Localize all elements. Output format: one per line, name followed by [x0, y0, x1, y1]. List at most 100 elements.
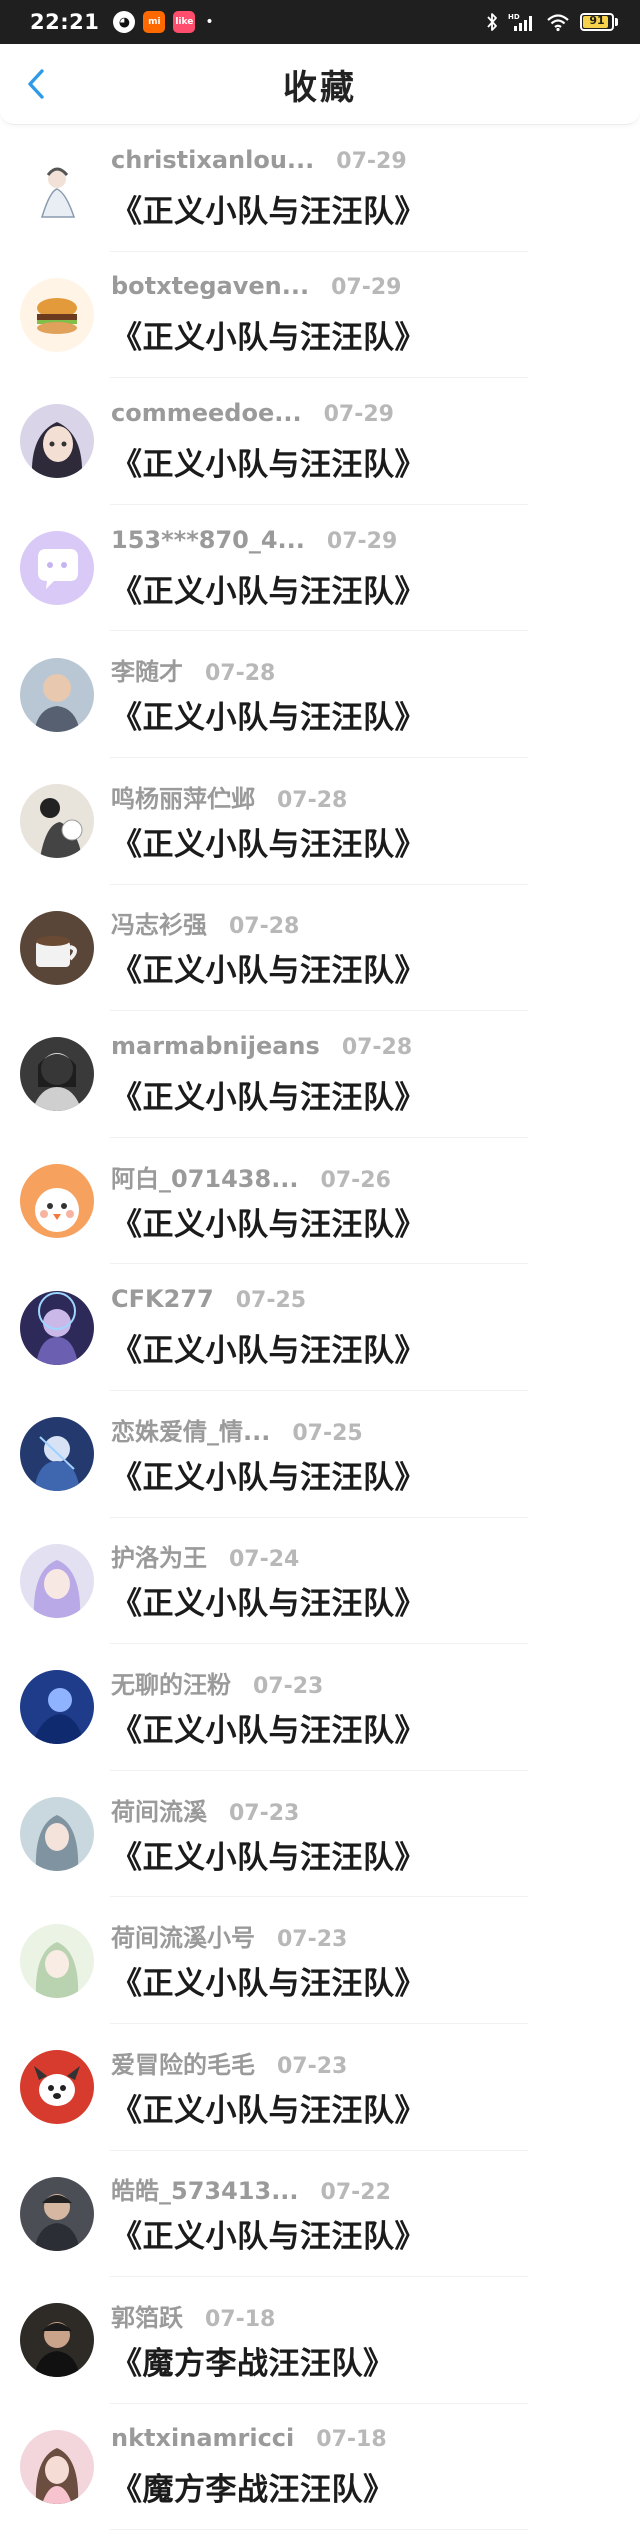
- favorite-title[interactable]: 《正义小队与汪汪队》: [111, 1832, 426, 1877]
- more-notifications-dot: •: [205, 14, 214, 30]
- favorite-title[interactable]: 《正义小队与汪汪队》: [111, 566, 426, 611]
- favorite-item[interactable]: 郭箔跃 07-18 《魔方李战汪汪队》: [0, 2277, 640, 2404]
- favorite-item[interactable]: 阿白_071438... 07-26 《正义小队与汪汪队》: [0, 1138, 640, 1265]
- favorite-item[interactable]: commeedoe... 07-29 《正义小队与汪汪队》: [0, 378, 640, 505]
- favorite-title[interactable]: 《正义小队与汪汪队》: [111, 945, 426, 990]
- favorite-item[interactable]: botxtegaven... 07-29 《正义小队与汪汪队》: [0, 252, 640, 379]
- favorite-title[interactable]: 《正义小队与汪汪队》: [111, 439, 426, 484]
- user-name[interactable]: nktxinamricci: [111, 2424, 294, 2452]
- avatar[interactable]: [20, 2050, 94, 2125]
- avatar[interactable]: [20, 1417, 94, 1492]
- avatar[interactable]: [20, 1164, 94, 1239]
- cellular-signal-icon: HD: [508, 13, 532, 31]
- favorite-item[interactable]: 荷间流溪 07-23 《正义小队与汪汪队》: [0, 1771, 640, 1898]
- avatar[interactable]: [20, 1670, 94, 1745]
- favorite-meta: 爱冒险的毛毛 07-23: [111, 2045, 426, 2079]
- user-name[interactable]: 153***870_4...: [111, 526, 305, 554]
- favorite-title[interactable]: 《正义小队与汪汪队》: [111, 186, 426, 231]
- favorite-content: 恋姝爱倩_情... 07-25 《正义小队与汪汪队》: [111, 1412, 426, 1497]
- favorite-title[interactable]: 《正义小队与汪汪队》: [111, 1452, 426, 1497]
- favorite-title[interactable]: 《正义小队与汪汪队》: [111, 312, 426, 357]
- user-name[interactable]: 无聊的汪粉: [111, 1665, 231, 1700]
- user-name[interactable]: christixanlou...: [111, 146, 314, 174]
- favorite-item[interactable]: nktxinamricci 07-18 《魔方李战汪汪队》: [0, 2404, 640, 2531]
- avatar[interactable]: [20, 2303, 94, 2378]
- avatar[interactable]: [20, 277, 94, 352]
- favorite-meta: 冯志衫强 07-28: [111, 905, 426, 939]
- favorite-title[interactable]: 《魔方李战汪汪队》: [111, 2464, 395, 2509]
- favorite-item[interactable]: marmabnijeans 07-28 《正义小队与汪汪队》: [0, 1011, 640, 1138]
- user-name[interactable]: 阿白_071438...: [111, 1159, 299, 1194]
- favorite-item[interactable]: 恋姝爱倩_情... 07-25 《正义小队与汪汪队》: [0, 1391, 640, 1518]
- user-name[interactable]: CFK277: [111, 1285, 214, 1313]
- avatar[interactable]: [20, 657, 94, 732]
- favorite-title[interactable]: 《魔方李战汪汪队》: [111, 2338, 395, 2383]
- avatar[interactable]: [20, 1290, 94, 1365]
- favorite-item[interactable]: 冯志衫强 07-28 《正义小队与汪汪队》: [0, 885, 640, 1012]
- user-name[interactable]: 爱冒险的毛毛: [111, 2045, 255, 2080]
- avatar[interactable]: [20, 2176, 94, 2251]
- user-name[interactable]: 恋姝爱倩_情...: [111, 1412, 270, 1447]
- favorite-title[interactable]: 《正义小队与汪汪队》: [111, 2085, 426, 2130]
- favorite-item[interactable]: 荷间流溪小号 07-23 《正义小队与汪汪队》: [0, 1897, 640, 2024]
- avatar[interactable]: [20, 2429, 94, 2504]
- favorite-title[interactable]: 《正义小队与汪汪队》: [111, 1072, 426, 1117]
- avatar[interactable]: [20, 531, 94, 606]
- favorite-item[interactable]: 李随才 07-28 《正义小队与汪汪队》: [0, 631, 640, 758]
- avatar[interactable]: [20, 1797, 94, 1872]
- user-name[interactable]: 荷间流溪小号: [111, 1918, 255, 1953]
- favorite-date: 07-25: [235, 1288, 307, 1314]
- favorite-title[interactable]: 《正义小队与汪汪队》: [111, 1199, 426, 1244]
- notification-apps: ◕ mi like •: [113, 11, 214, 33]
- favorite-title[interactable]: 《正义小队与汪汪队》: [111, 1958, 426, 2003]
- favorite-meta: nktxinamricci 07-18: [111, 2424, 395, 2458]
- favorite-meta: 鸣杨丽萍伫邺 07-28: [111, 779, 426, 813]
- user-name[interactable]: 护洛为王: [111, 1538, 207, 1573]
- favorite-item[interactable]: christixanlou... 07-29 《正义小队与汪汪队》: [0, 125, 640, 252]
- favorite-meta: botxtegaven... 07-29: [111, 272, 426, 306]
- favorite-title[interactable]: 《正义小队与汪汪队》: [111, 692, 426, 737]
- favorite-date: 07-29: [331, 275, 402, 301]
- favorite-title[interactable]: 《正义小队与汪汪队》: [111, 1705, 426, 1750]
- favorite-item[interactable]: 护洛为王 07-24 《正义小队与汪汪队》: [0, 1518, 640, 1645]
- favorite-content: 阿白_071438... 07-26 《正义小队与汪汪队》: [111, 1159, 426, 1244]
- favorite-date: 07-28: [341, 1034, 413, 1060]
- user-name[interactable]: 鸣杨丽萍伫邺: [111, 779, 255, 814]
- user-name[interactable]: 李随才: [111, 652, 183, 687]
- favorite-date: 07-23: [277, 1927, 348, 1953]
- favorite-title[interactable]: 《正义小队与汪汪队》: [111, 2211, 426, 2256]
- favorite-item[interactable]: 皓皓_573413... 07-22 《正义小队与汪汪队》: [0, 2151, 640, 2278]
- favorite-meta: 阿白_071438... 07-26: [111, 1159, 426, 1193]
- user-name[interactable]: marmabnijeans: [111, 1032, 320, 1060]
- favorite-item[interactable]: CFK277 07-25 《正义小队与汪汪队》: [0, 1264, 640, 1391]
- favorite-title[interactable]: 《正义小队与汪汪队》: [111, 1325, 426, 1370]
- user-name[interactable]: 荷间流溪: [111, 1792, 207, 1827]
- avatar[interactable]: [20, 910, 94, 985]
- kuaishou-icon: like: [173, 11, 196, 33]
- favorite-date: 07-18: [205, 2306, 276, 2332]
- avatar[interactable]: [20, 1543, 94, 1618]
- user-name[interactable]: commeedoe...: [111, 399, 302, 427]
- avatar[interactable]: [20, 1037, 94, 1112]
- favorite-date: 07-29: [323, 401, 394, 427]
- favorite-item[interactable]: 鸣杨丽萍伫邺 07-28 《正义小队与汪汪队》: [0, 758, 640, 885]
- avatar[interactable]: [20, 784, 94, 859]
- favorite-item[interactable]: 爱冒险的毛毛 07-23 《正义小队与汪汪队》: [0, 2024, 640, 2151]
- favorite-meta: 153***870_4... 07-29: [111, 526, 426, 560]
- favorite-content: 冯志衫强 07-28 《正义小队与汪汪队》: [111, 905, 426, 990]
- favorite-item[interactable]: 153***870_4... 07-29 《正义小队与汪汪队》: [0, 505, 640, 632]
- user-name[interactable]: 皓皓_573413...: [111, 2171, 299, 2206]
- avatar[interactable]: [20, 1923, 94, 1998]
- favorite-item[interactable]: 无聊的汪粉 07-23 《正义小队与汪汪队》: [0, 1644, 640, 1771]
- avatar[interactable]: [20, 151, 94, 226]
- user-name[interactable]: botxtegaven...: [111, 272, 309, 300]
- favorite-meta: christixanlou... 07-29: [111, 146, 426, 180]
- user-name[interactable]: 郭箔跃: [111, 2298, 183, 2333]
- favorite-title[interactable]: 《正义小队与汪汪队》: [111, 819, 426, 864]
- back-button[interactable]: [10, 58, 62, 110]
- user-name[interactable]: 冯志衫强: [111, 905, 207, 940]
- favorite-title[interactable]: 《正义小队与汪汪队》: [111, 1578, 426, 1623]
- favorite-date: 07-29: [326, 528, 398, 554]
- favorite-content: 护洛为王 07-24 《正义小队与汪汪队》: [111, 1538, 426, 1623]
- avatar[interactable]: [20, 404, 94, 479]
